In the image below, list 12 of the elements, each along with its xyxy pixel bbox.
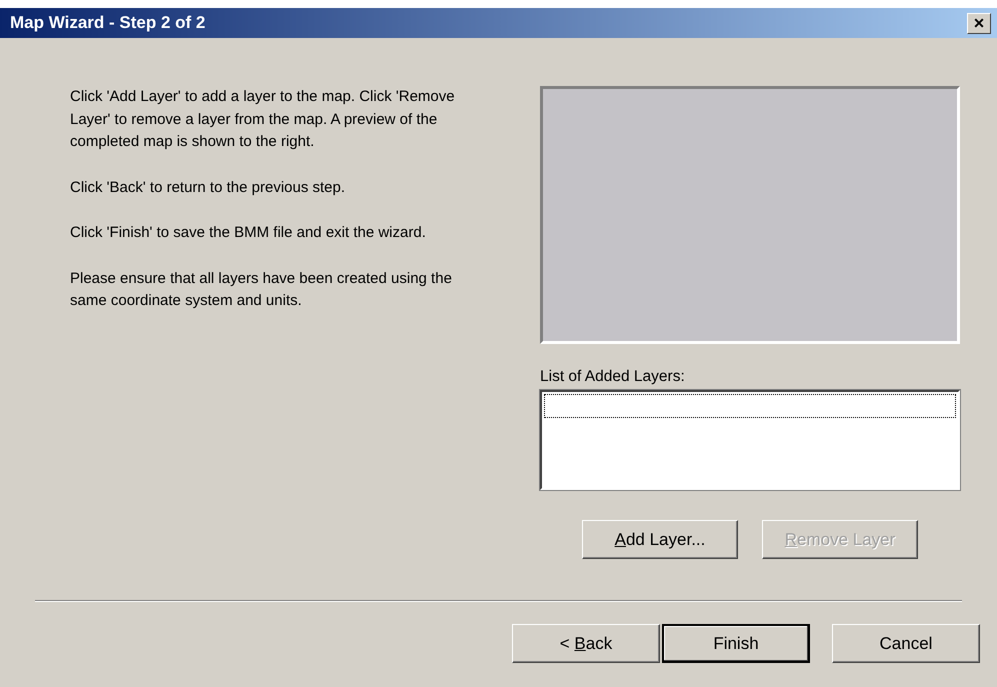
window-title: Map Wizard - Step 2 of 2 xyxy=(10,13,206,33)
finish-button[interactable]: Finish xyxy=(662,624,810,663)
back-button[interactable]: < Back xyxy=(512,624,660,663)
cancel-button[interactable]: Cancel xyxy=(832,624,980,663)
instruction-text: Click 'Finish' to save the BMM file and exit the wizard. xyxy=(70,223,427,243)
instruction-text: Click 'Add Layer' to add a layer to the map. Click 'Remove Layer' to remove a layer from the map. A preview of the completed map is shown to the right. xyxy=(70,87,456,152)
add-layer-button[interactable]: Add Layer... xyxy=(582,520,738,559)
list-label: List of Added Layers: xyxy=(540,368,686,387)
instruction-text: Click 'Back' to return to the previous step. xyxy=(70,178,346,198)
instruction-text: Please ensure that all layers have been created using the same coordinate system and units. xyxy=(70,268,453,311)
layers-listbox[interactable] xyxy=(540,390,960,490)
close-button[interactable]: × xyxy=(967,12,991,34)
